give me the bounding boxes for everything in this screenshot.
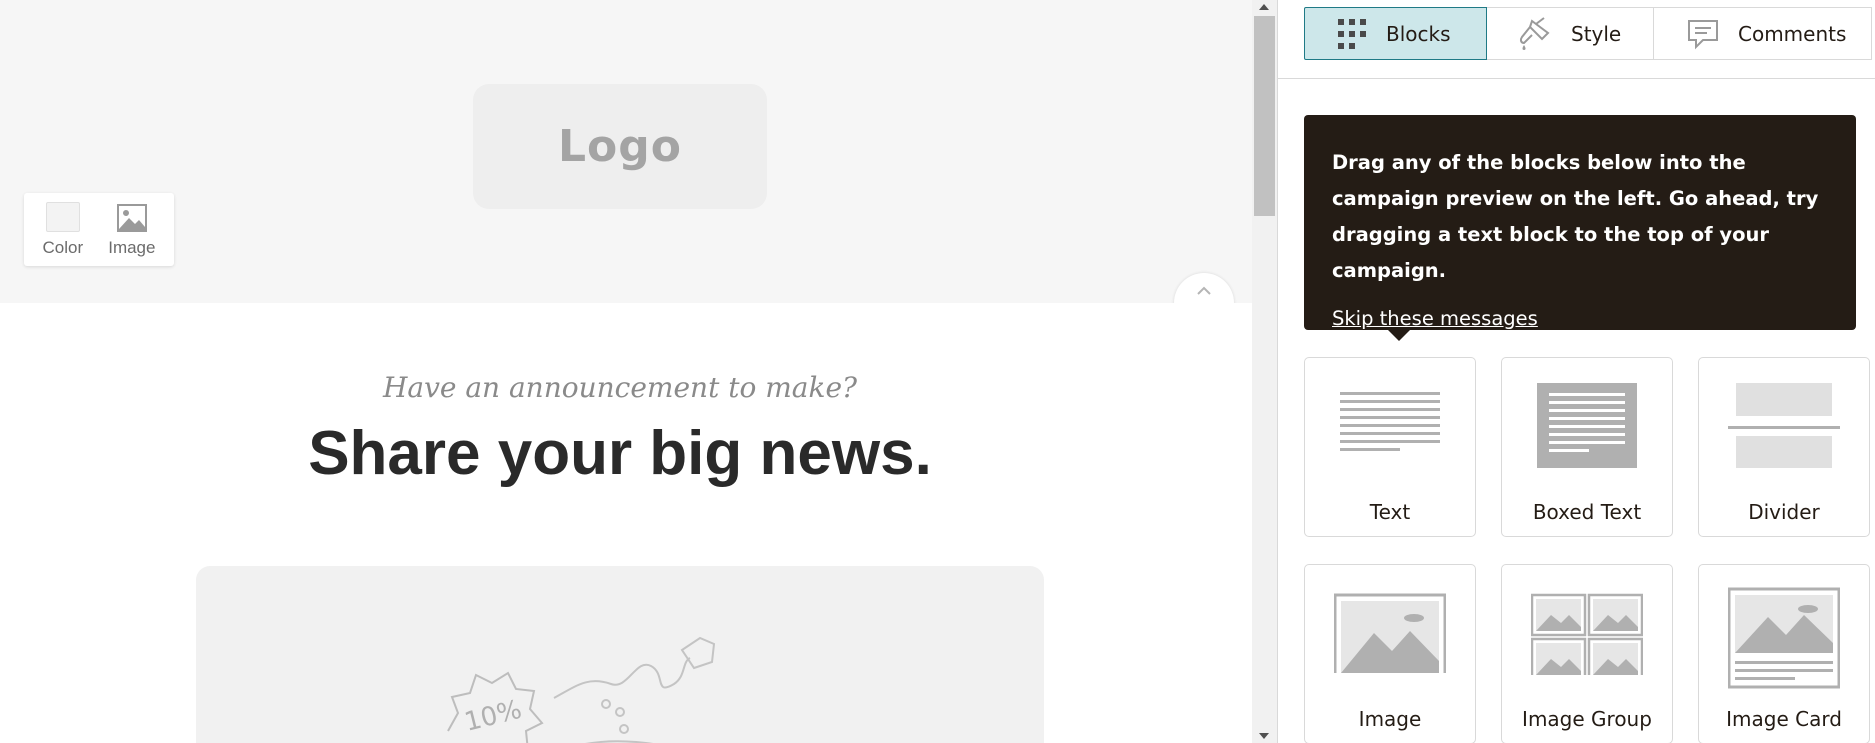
image-tool-button[interactable]: Image [108,202,155,258]
chevron-up-icon [1197,286,1211,295]
hero-image-placeholder[interactable]: 10% [196,566,1044,743]
image-icon [116,203,147,232]
block-text[interactable]: Text [1304,357,1476,537]
discount-badge-text: 10% [462,695,525,738]
content-section[interactable]: Have an announcement to make? Share your… [0,303,1252,743]
text-block-icon [1340,392,1440,451]
block-image-label: Image [1358,707,1422,731]
boxed-text-block-icon [1537,383,1637,468]
headline[interactable]: Share your big news. [0,418,1240,489]
logo-text: Logo [558,121,682,172]
block-image-group-label: Image Group [1522,707,1652,731]
comment-icon [1687,18,1719,50]
onboarding-tooltip: Drag any of the blocks below into the ca… [1304,115,1856,341]
block-image-card-label: Image Card [1726,707,1842,731]
tab-comments[interactable]: Comments [1654,7,1872,60]
color-tool-label: Color [42,237,84,257]
block-image-card[interactable]: Image Card [1698,564,1870,743]
tab-style[interactable]: Style [1487,7,1654,60]
skip-messages-link[interactable]: Skip these messages [1332,307,1538,330]
builder-panel: Blocks Style Comments Drag any of the bl… [1278,0,1875,743]
header-section[interactable]: Logo Color Image [0,0,1252,303]
color-swatch-icon [45,201,80,232]
announcement-kicker[interactable]: Have an announcement to make? [0,371,1240,404]
block-image-group[interactable]: Image Group [1501,564,1673,743]
scroll-up-arrow-icon[interactable] [1256,1,1272,13]
image-group-block-icon [1531,593,1643,675]
paint-brush-icon [1518,16,1552,51]
block-divider[interactable]: Divider [1698,357,1870,537]
tab-style-label: Style [1571,21,1622,46]
tooltip-text: Drag any of the blocks below into the ca… [1332,151,1819,282]
block-boxed-text[interactable]: Boxed Text [1501,357,1673,537]
background-toolbar: Color Image [24,193,174,266]
block-text-label: Text [1369,500,1411,524]
image-block-icon [1334,593,1446,673]
block-image[interactable]: Image [1304,564,1476,743]
campaign-preview: Logo Color Image Have an announcement to… [0,0,1252,743]
color-tool-button[interactable]: Color [42,201,84,258]
preview-scrollbar-thumb[interactable] [1254,16,1275,216]
tooltip-caret [1387,329,1411,341]
image-tool-label: Image [108,237,156,257]
scroll-down-arrow-icon[interactable] [1256,730,1272,742]
image-card-block-icon [1728,587,1840,689]
tab-blocks[interactable]: Blocks [1304,7,1487,60]
tab-comments-label: Comments [1738,21,1847,46]
divider-block-icon [1728,383,1840,468]
logo-placeholder[interactable]: Logo [473,84,767,209]
block-divider-label: Divider [1748,500,1820,524]
block-boxed-text-label: Boxed Text [1532,500,1642,524]
sale-illustration: 10% [447,636,716,743]
tab-blocks-label: Blocks [1386,21,1451,46]
panel-tabs: Blocks Style Comments [1304,7,1872,60]
tabs-divider [1278,78,1875,79]
grid-icon [1337,18,1367,50]
